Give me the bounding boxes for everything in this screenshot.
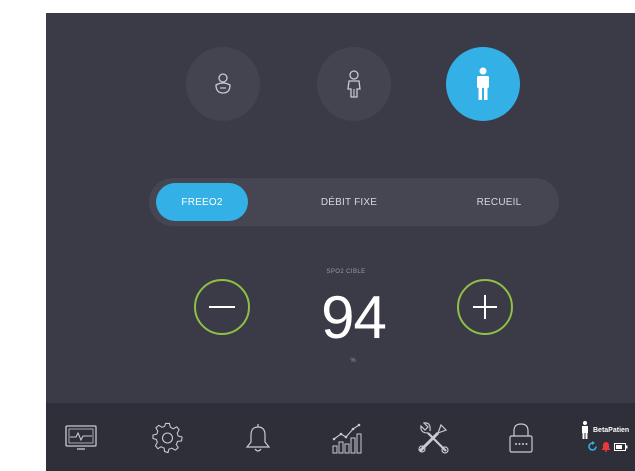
mode-recueil-button[interactable]: RECUEIL [454, 183, 544, 221]
settings-gear-icon [152, 422, 183, 454]
nav-trends-button[interactable] [330, 421, 364, 455]
nav-settings-button[interactable] [151, 421, 185, 455]
nav-alarms-button[interactable] [241, 421, 275, 455]
nav-maintenance-button[interactable] [416, 421, 450, 455]
mode-selector: FREEO2 DÉBIT FIXE RECUEIL [149, 178, 559, 226]
bell-icon [245, 424, 271, 452]
monitor-icon [65, 425, 97, 450]
child-icon [347, 70, 361, 98]
profile-infant-button[interactable] [186, 47, 260, 121]
trend-chart-icon [332, 423, 362, 454]
patient-status[interactable]: BetaPatien [579, 421, 635, 461]
patient-name: BetaPatien [593, 427, 630, 434]
profile-adult-button[interactable] [446, 47, 520, 121]
alarm-bell-icon [601, 442, 611, 452]
spo2-target-unit: % [350, 358, 356, 364]
nav-monitor-button[interactable] [64, 421, 98, 455]
spo2-target-value: 94 [321, 284, 387, 351]
minus-icon [209, 306, 235, 308]
baby-icon [215, 73, 231, 94]
profile-child-button[interactable] [317, 47, 391, 121]
bottom-navigation-bar: BetaPatien [46, 403, 635, 471]
decrease-target-button[interactable] [194, 279, 250, 335]
refresh-icon [588, 441, 597, 451]
increase-target-button[interactable] [457, 279, 513, 335]
battery-icon [614, 443, 628, 451]
app-screen: FREEO2 DÉBIT FIXE RECUEIL SPO2 CIBLE 94 … [46, 13, 635, 471]
spo2-target-label: SPO2 CIBLE [326, 269, 366, 275]
mode-debit-fixe-button[interactable]: DÉBIT FIXE [299, 183, 399, 221]
patient-person-icon [582, 421, 588, 439]
mode-freeo2-button[interactable]: FREEO2 [156, 183, 248, 221]
plus-icon [473, 295, 497, 319]
lock-icon [509, 423, 533, 453]
tools-icon [418, 422, 449, 454]
nav-lock-button[interactable] [504, 421, 538, 455]
adult-icon [477, 67, 489, 100]
